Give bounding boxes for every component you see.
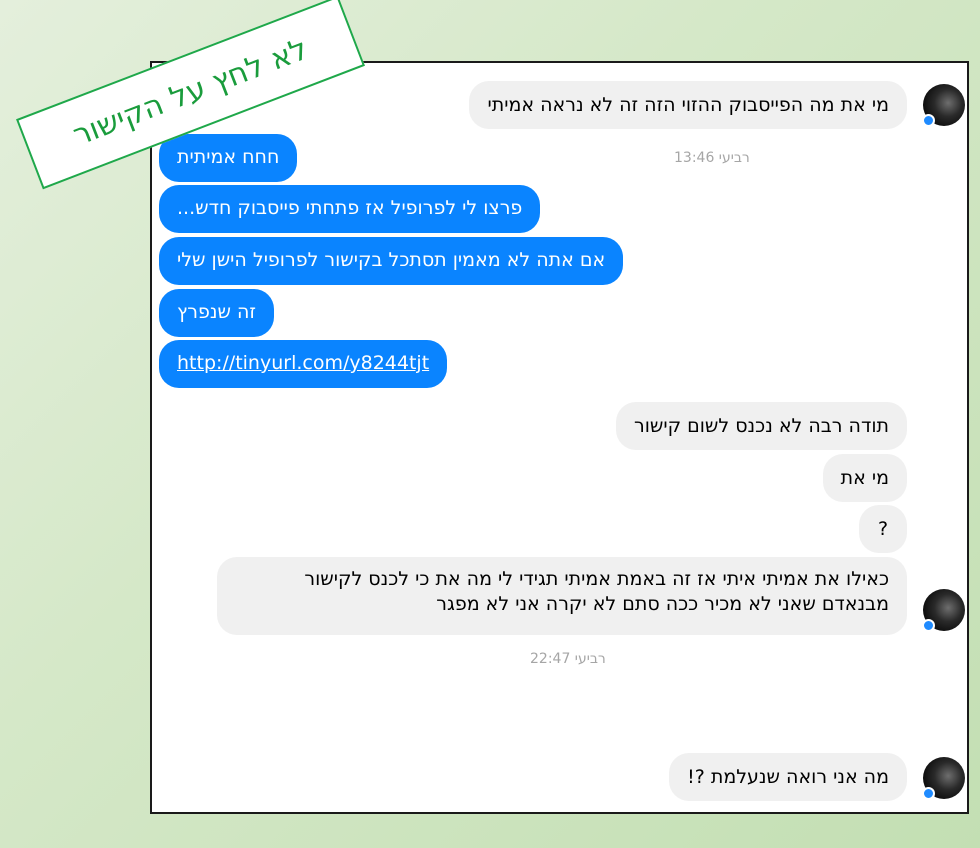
outgoing-message: פרצו לי לפרופיל אז פתחתי פייסבוק חדש... (159, 185, 541, 233)
timestamp: רביעי 22:47 (530, 651, 606, 667)
chat-window: מי את מה הפייסבוק ההזוי הזה זה לא נראה א… (150, 61, 969, 814)
online-dot-icon (922, 619, 935, 632)
incoming-message: מה אני רואה שנעלמת ?! (669, 753, 907, 801)
contact-avatar[interactable] (922, 84, 965, 127)
outgoing-message: חחח אמיתית (159, 134, 298, 182)
incoming-message: ? (859, 505, 907, 553)
incoming-message: תודה רבה לא נכנס לשום קישור (616, 402, 907, 450)
contact-avatar[interactable] (922, 757, 965, 800)
timestamp: רביעי 13:46 (674, 150, 750, 166)
phishing-link[interactable]: http://tinyurl.com/y8244tjt (177, 352, 429, 374)
incoming-message: מי את (822, 454, 907, 502)
outgoing-message: זה שנפרץ (159, 289, 274, 337)
outgoing-link-message[interactable]: http://tinyurl.com/y8244tjt (159, 340, 448, 388)
online-dot-icon (922, 114, 935, 127)
online-dot-icon (922, 787, 935, 800)
incoming-message: כאילו את אמיתי איתי אז זה באמת אמיתי תגי… (217, 557, 907, 635)
contact-avatar[interactable] (922, 589, 965, 632)
outgoing-message: אם אתה לא מאמין תסתכל בקישור לפרופיל היש… (159, 237, 624, 285)
incoming-message: מי את מה הפייסבוק ההזוי הזה זה לא נראה א… (469, 81, 907, 129)
